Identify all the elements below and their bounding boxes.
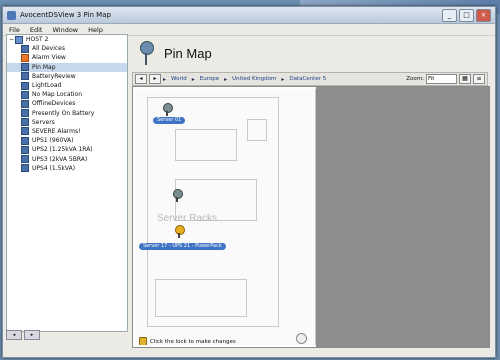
- tree-item-label: UPS2 (1.25kVA 1RA): [32, 146, 93, 154]
- tree-item-label: Presently On Battery: [32, 109, 95, 117]
- tree-item-host[interactable]: − HOST 2: [7, 35, 127, 44]
- folder-icon: [21, 118, 29, 127]
- expand-button[interactable]: ▸: [24, 330, 40, 340]
- folder-icon: [21, 155, 29, 164]
- map-icon: [21, 63, 29, 72]
- host-icon: [15, 35, 23, 44]
- tree-item-label: UPS3 (2kVA 5BRA): [32, 155, 88, 163]
- zoom-label: Zoom:: [406, 76, 424, 82]
- minimize-button[interactable]: _: [442, 8, 457, 22]
- lock-note-text: Click the lock to make changes: [150, 338, 236, 345]
- map-zoom-control[interactable]: [296, 333, 307, 344]
- tree-item-label: HOST 2: [26, 36, 49, 44]
- map-empty-area: [316, 87, 489, 347]
- tree-item-label: Alarm View: [32, 54, 66, 62]
- breadcrumb-world[interactable]: World: [168, 76, 190, 82]
- tree-item-servers[interactable]: Servers: [7, 118, 127, 127]
- page-header: Pin Map: [132, 34, 488, 72]
- tree-item-ups1[interactable]: UPS1 (960VA): [7, 136, 127, 145]
- title-bar: AvocentDSView 3 Pin Map _ □ ×: [3, 7, 495, 24]
- folder-icon: [21, 99, 29, 108]
- tree-item-offline-devices[interactable]: OfflineDevices: [7, 99, 127, 108]
- map-toolbar: ◂ ▸ ▸ World ▸ Europe ▸ United Kingdom ▸ …: [132, 72, 488, 86]
- tree-item-label: BatteryReview: [32, 72, 76, 80]
- breadcrumb-separator: ▸: [281, 75, 285, 83]
- breadcrumb-united-kingdom[interactable]: United Kingdom: [229, 76, 279, 82]
- folder-icon: [21, 127, 29, 136]
- breadcrumb-separator: ▸: [224, 75, 228, 83]
- lock-notice: Click the lock to make changes: [139, 337, 236, 345]
- tree-item-no-map-location[interactable]: No Map Location: [7, 90, 127, 99]
- navigation-tree: − HOST 2 All Devices Alarm View Pin Map …: [6, 34, 128, 332]
- tree-item-ups3[interactable]: UPS3 (2kVA 5BRA): [7, 154, 127, 164]
- folder-icon: [21, 72, 29, 81]
- device-pin-warning[interactable]: [175, 225, 185, 238]
- forward-button[interactable]: ▸: [149, 74, 161, 84]
- tree-item-label: No Map Location: [32, 91, 83, 99]
- rack-block: [175, 129, 237, 161]
- list-view-button[interactable]: ≡: [473, 74, 485, 84]
- tree-item-pin-map[interactable]: Pin Map: [7, 62, 127, 72]
- breadcrumb-separator: ▸: [163, 75, 167, 83]
- menu-help[interactable]: Help: [88, 26, 103, 34]
- map-canvas[interactable]: Server 01 Server Racks Server 17 - UPS 2…: [132, 86, 490, 348]
- floor-plan[interactable]: Server 01 Server Racks Server 17 - UPS 2…: [135, 89, 316, 345]
- sidebar-toolbar: ◂ ▸: [6, 330, 40, 340]
- device-label[interactable]: Server 17 - UPS 21 - PowerPack: [139, 243, 226, 250]
- breadcrumb-datacenter[interactable]: DataCenter 5: [286, 76, 329, 82]
- zoom-value: Fit: [428, 76, 435, 82]
- menu-file[interactable]: File: [9, 26, 20, 34]
- device-pin[interactable]: [173, 189, 183, 202]
- breadcrumb-europe[interactable]: Europe: [197, 76, 222, 82]
- folder-icon: [21, 90, 29, 99]
- window-title: AvocentDSView 3 Pin Map: [20, 11, 111, 19]
- folder-icon: [21, 164, 29, 173]
- folder-icon: [21, 109, 29, 118]
- grid-view-button[interactable]: ▦: [459, 74, 471, 84]
- device-pin[interactable]: [163, 103, 173, 116]
- tree-item-label: OfflineDevices: [32, 100, 76, 108]
- room-label: Server Racks: [157, 213, 218, 224]
- pin-map-icon: [138, 41, 154, 65]
- maximize-button[interactable]: □: [459, 8, 474, 22]
- tree-item-ups4[interactable]: UPS4 (1.5kVA): [7, 164, 127, 173]
- tree-item-battery-review[interactable]: BatteryReview: [7, 72, 127, 81]
- rack-block: [247, 119, 267, 141]
- back-button[interactable]: ◂: [135, 74, 147, 84]
- tree-item-label: Servers: [32, 118, 55, 126]
- main-panel: Pin Map ◂ ▸ ▸ World ▸ Europe ▸ United Ki…: [132, 34, 490, 348]
- folder-icon: [21, 44, 29, 53]
- tree-item-label: All Devices: [32, 45, 65, 53]
- alarm-icon: [21, 53, 29, 62]
- page-title: Pin Map: [164, 45, 212, 61]
- tree-item-label: Pin Map: [32, 63, 56, 71]
- tree-item-label: SEVERE Alarms!: [32, 127, 81, 135]
- device-label[interactable]: Server 01: [153, 117, 186, 124]
- menu-window[interactable]: Window: [52, 26, 78, 34]
- rack-block: [155, 279, 247, 317]
- folder-icon: [21, 136, 29, 145]
- tree-item-label: UPS1 (960VA): [32, 137, 74, 145]
- tree-item-label: LightLoad: [32, 82, 62, 90]
- folder-icon: [21, 81, 29, 90]
- zoom-select[interactable]: Fit: [426, 74, 457, 84]
- lock-icon[interactable]: [139, 337, 147, 345]
- breadcrumb-separator: ▸: [191, 75, 195, 83]
- tree-item-ups2[interactable]: UPS2 (1.25kVA 1RA): [7, 145, 127, 154]
- tree-item-all-devices[interactable]: All Devices: [7, 44, 127, 53]
- tree-item-label: UPS4 (1.5kVA): [32, 164, 76, 172]
- tree-item-severe-alarms[interactable]: SEVERE Alarms!: [7, 127, 127, 136]
- collapse-button[interactable]: ◂: [6, 330, 22, 340]
- tree-item-light-load[interactable]: LightLoad: [7, 81, 127, 90]
- tree-item-on-battery[interactable]: Presently On Battery: [7, 109, 127, 118]
- folder-icon: [21, 145, 29, 154]
- close-button[interactable]: ×: [476, 8, 491, 22]
- menu-edit[interactable]: Edit: [30, 26, 43, 34]
- app-icon: [7, 10, 16, 20]
- tree-item-alarm-view[interactable]: Alarm View: [7, 53, 127, 62]
